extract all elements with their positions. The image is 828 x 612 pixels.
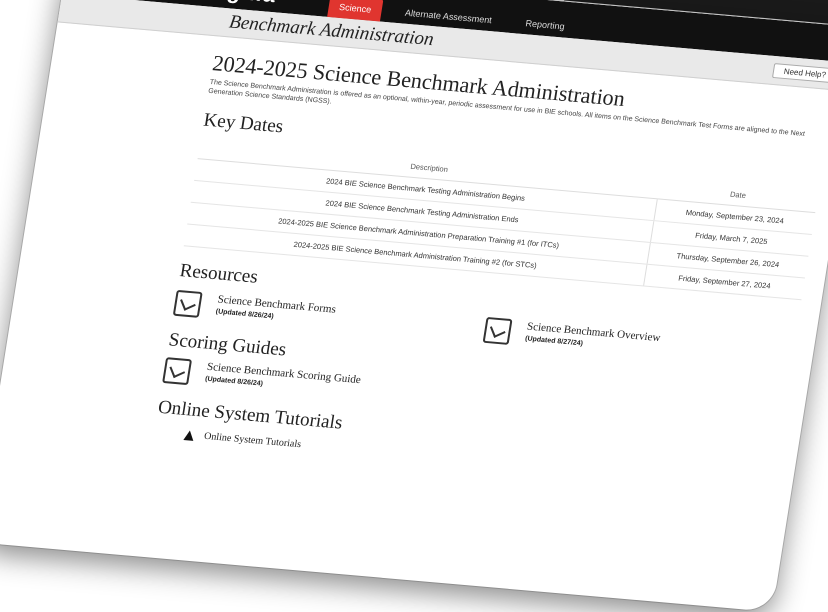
resource-overview-link[interactable]: Science Benchmark Overview (Updated 8/27… [482,317,661,358]
online-tutorials-link-label[interactable]: Online System Tutorials [203,431,302,450]
main-content: 2024-2025 Science Benchmark Administrati… [0,22,828,493]
screenshot-card: ɔgnia Science Alternate Assessment Repor… [0,0,828,612]
mouse-cursor-icon [183,429,195,441]
resource-forms-link[interactable]: Science Benchmark Forms (Updated 8/26/24… [172,290,337,330]
pdf-file-icon [162,357,193,386]
pdf-file-icon [482,317,513,346]
pdf-file-icon [172,290,203,319]
need-help-button[interactable]: Need Help? [771,62,828,83]
